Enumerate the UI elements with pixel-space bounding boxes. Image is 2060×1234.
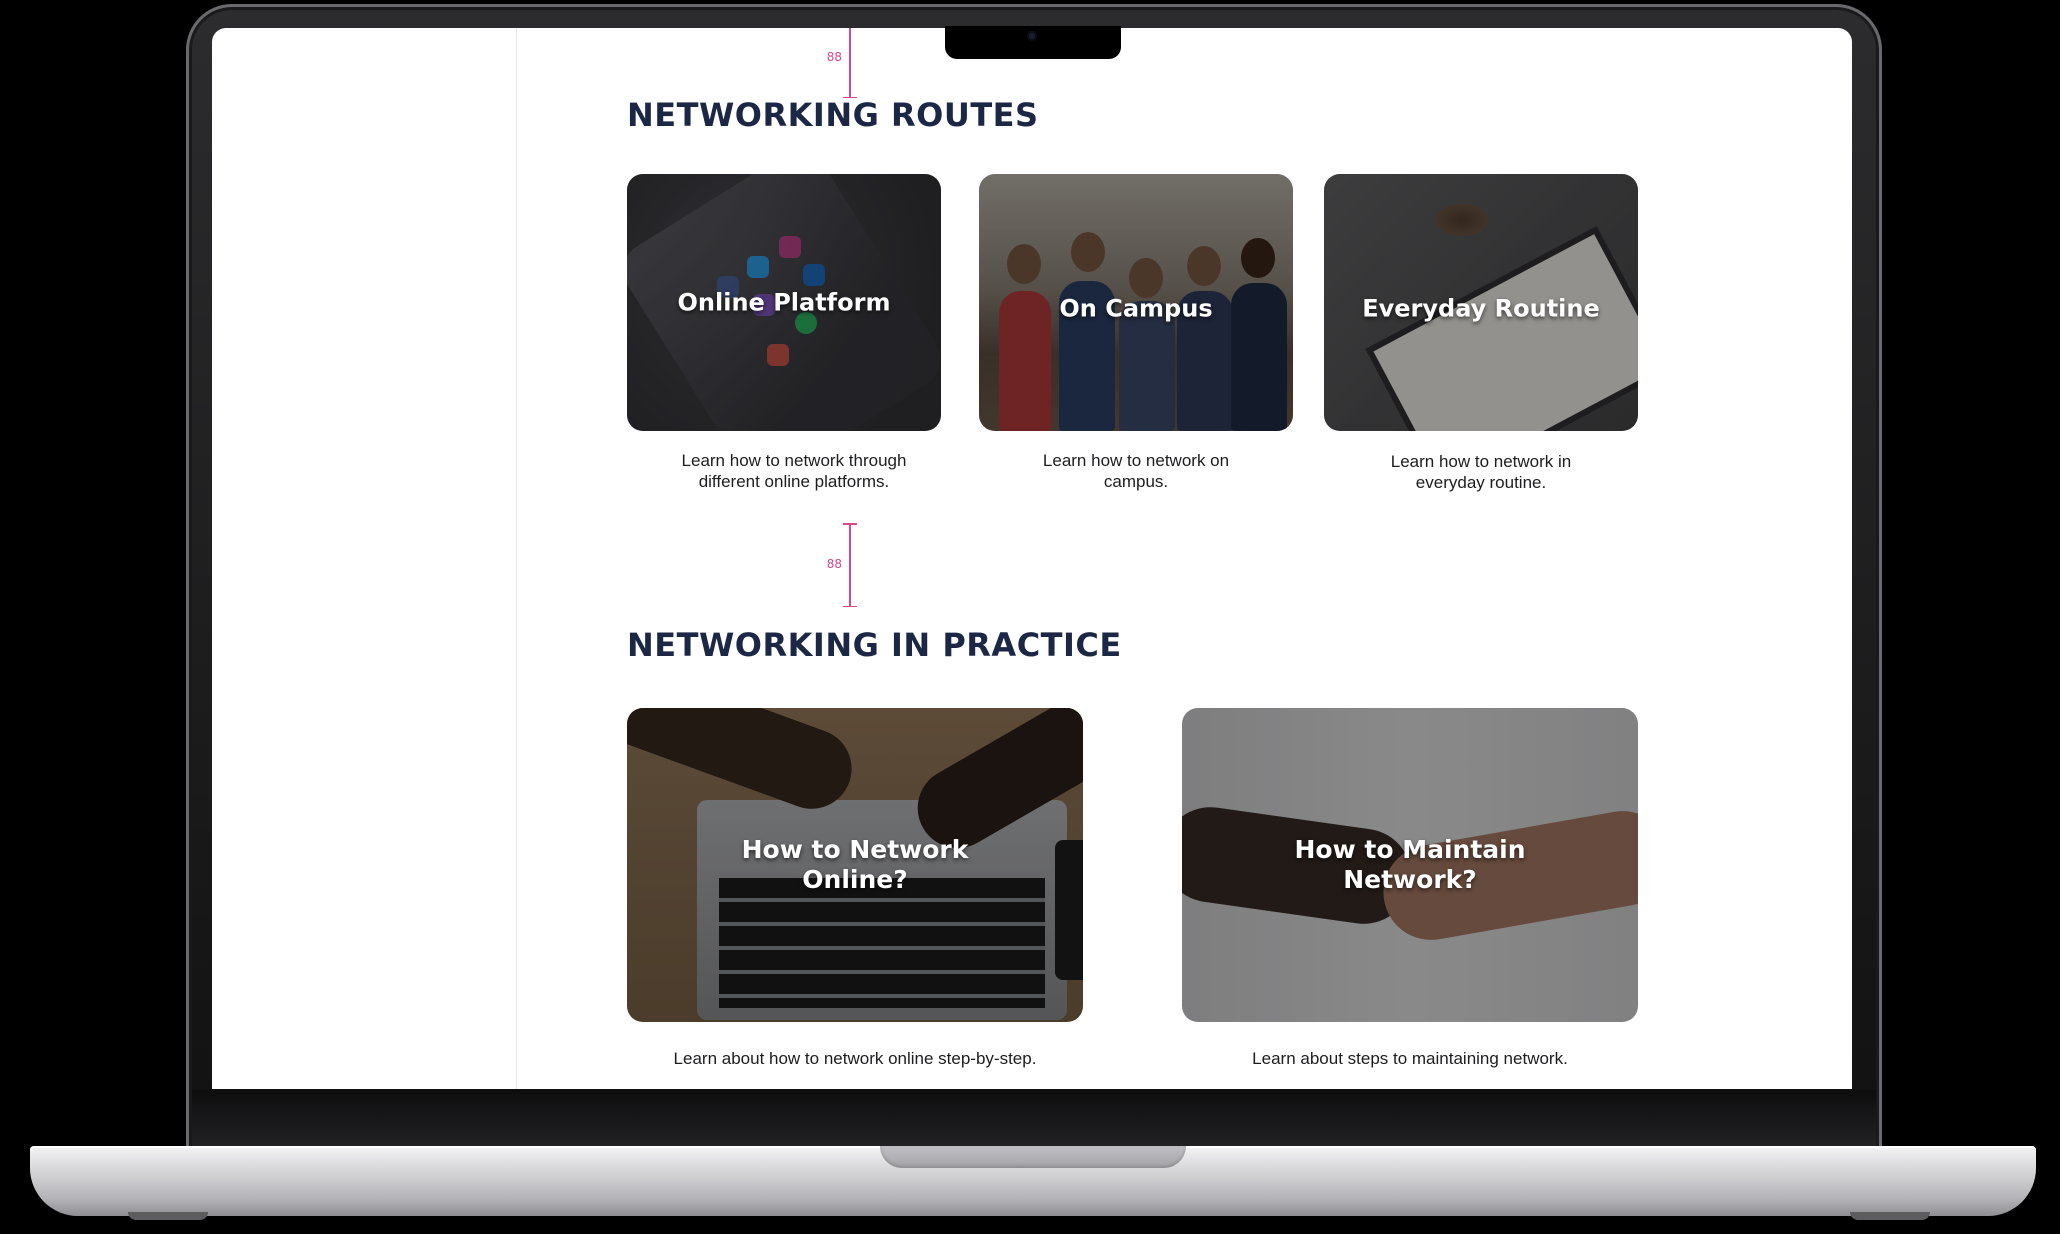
laptop-foot-right xyxy=(1850,1212,1930,1220)
practice-card-maintain-network[interactable]: How to Maintain Network? xyxy=(1182,708,1638,1022)
card-title: Everyday Routine xyxy=(1362,294,1600,323)
section-title-practice: NETWORKING IN PRACTICE xyxy=(627,626,1122,664)
camera-icon xyxy=(1027,31,1037,41)
card-title: Online Platform xyxy=(677,288,891,317)
card-caption: Learn about steps to maintaining network… xyxy=(1252,1049,1568,1068)
card-title: On Campus xyxy=(1059,294,1213,323)
card-caption: Learn how to network through different o… xyxy=(681,451,907,491)
card-caption: Learn how to network on campus. xyxy=(1042,451,1230,491)
left-column-divider xyxy=(516,28,517,1089)
screen-bezel xyxy=(192,1090,1876,1150)
camera-notch xyxy=(945,26,1121,59)
laptop-opening-notch xyxy=(880,1146,1186,1168)
section-title-routes: NETWORKING ROUTES xyxy=(627,96,1039,134)
card-caption: Learn how to network in everyday routine… xyxy=(1390,452,1572,492)
spacing-value: 88 xyxy=(826,50,842,64)
laptop-foot-left xyxy=(128,1212,208,1220)
route-card-on-campus[interactable]: On Campus xyxy=(979,174,1293,431)
web-page: 88 NETWORKING ROUTES Online Platform Lea… xyxy=(212,28,1852,1089)
practice-card-network-online[interactable]: How to Network Online? xyxy=(627,708,1083,1022)
spacing-annotation-top: 88 xyxy=(826,28,870,98)
card-title: How to Network Online? xyxy=(741,835,969,894)
card-title: How to Maintain Network? xyxy=(1294,835,1526,894)
device-mockup: 88 NETWORKING ROUTES Online Platform Lea… xyxy=(0,0,2060,1234)
route-card-online-platform[interactable]: Online Platform xyxy=(627,174,941,431)
route-card-everyday-routine[interactable]: Everyday Routine xyxy=(1324,174,1638,431)
card-caption: Learn about how to network online step-b… xyxy=(673,1049,1037,1068)
spacing-value: 88 xyxy=(826,557,842,571)
spacing-annotation-middle: 88 xyxy=(826,523,870,607)
